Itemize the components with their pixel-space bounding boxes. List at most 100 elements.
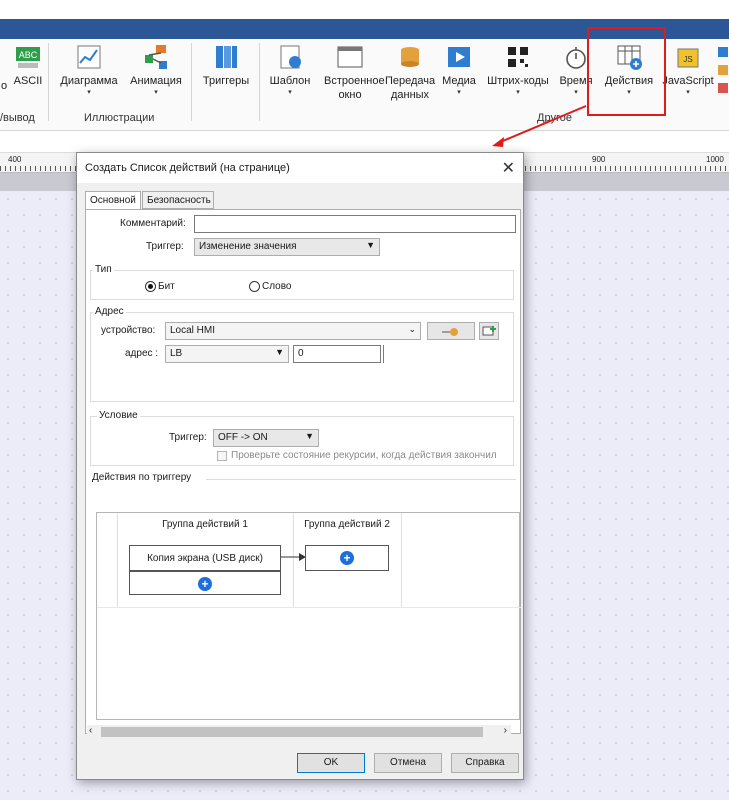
help-button[interactable]: Справка bbox=[451, 753, 519, 773]
trigger-select[interactable]: Изменение значения ▼ bbox=[194, 238, 380, 256]
tab-basic[interactable]: Основной bbox=[85, 191, 141, 210]
stopwatch-icon bbox=[562, 43, 590, 71]
animation-dropdown-icon: ▾ bbox=[154, 89, 158, 96]
group2-add-action[interactable]: + bbox=[305, 545, 389, 571]
ascii-label: ASCII bbox=[13, 75, 43, 87]
group1-add-action[interactable]: + bbox=[129, 571, 281, 595]
device-settings-button[interactable] bbox=[427, 322, 475, 340]
connector-arrow bbox=[281, 553, 306, 561]
ribbon-data-transfer-button[interactable]: Передача данных bbox=[382, 43, 438, 102]
ribbon-separator bbox=[259, 43, 260, 121]
device-select[interactable]: Local HMI ⌄ bbox=[165, 322, 421, 340]
add-tag-icon bbox=[482, 326, 496, 336]
more-icon-folder bbox=[718, 65, 728, 75]
dialog-title-bar: Создать Список действий (на странице) ✕ bbox=[77, 153, 523, 183]
dialog-title: Создать Список действий (на странице) bbox=[85, 162, 290, 174]
ribbon-separator bbox=[48, 43, 49, 121]
scroll-right-icon[interactable]: › bbox=[504, 725, 507, 736]
type-bit-radio[interactable] bbox=[145, 281, 156, 292]
close-icon[interactable]: ✕ bbox=[502, 158, 515, 178]
group-other-label: Другое bbox=[537, 112, 572, 124]
type-word-radio[interactable] bbox=[249, 281, 260, 292]
address-type-value: LB bbox=[170, 348, 183, 359]
window-icon bbox=[336, 43, 364, 71]
ruler-mark: 900 bbox=[592, 155, 606, 164]
more-icon-red bbox=[718, 83, 728, 93]
qr-code-icon bbox=[504, 43, 532, 71]
device-select-value: Local HMI bbox=[170, 325, 216, 336]
ruler-mark: 1000 bbox=[706, 155, 724, 164]
javascript-dropdown-icon: ▾ bbox=[686, 89, 690, 96]
ascii-icon-text: ABC bbox=[19, 50, 38, 60]
ribbon-ascii-button[interactable]: ABC ASCII bbox=[12, 43, 44, 88]
scrollbar-thumb[interactable] bbox=[101, 727, 483, 737]
media-label: Медиа bbox=[442, 75, 476, 87]
trigger-select-value: Изменение значения bbox=[199, 241, 297, 252]
ok-button[interactable]: OK bbox=[297, 753, 365, 773]
recursion-check-label: Проверьте состояние рекурсии, когда дейс… bbox=[231, 450, 497, 461]
ribbon-cut-label: о bbox=[0, 80, 8, 92]
condition-trigger-label: Триггер: bbox=[169, 432, 207, 443]
actions-grid[interactable]: Группа действий 1 Группа действий 2 Копи… bbox=[96, 512, 521, 720]
triggers-icon bbox=[212, 43, 240, 71]
group-io-label: /вывод bbox=[0, 112, 35, 124]
device-add-button[interactable] bbox=[479, 322, 499, 340]
grid-line bbox=[97, 607, 521, 608]
group1-header: Группа действий 1 bbox=[162, 519, 248, 530]
template-label: Шаблон bbox=[269, 75, 311, 87]
address-label: адрес : bbox=[125, 348, 159, 359]
grid-line bbox=[401, 513, 402, 607]
condition-trigger-select[interactable]: OFF -> ON ▼ bbox=[213, 429, 319, 447]
template-icon bbox=[276, 43, 304, 71]
cancel-button[interactable]: Отмена bbox=[374, 753, 442, 773]
ribbon-javascript-button[interactable]: JS JavaScript ▾ bbox=[662, 43, 714, 98]
embedded-window-label: Встроенное окно bbox=[324, 75, 385, 101]
ribbon-chart-button[interactable]: Диаграмма ▾ bbox=[56, 43, 122, 98]
ascii-icon: ABC bbox=[14, 43, 42, 71]
actions-legend-line bbox=[206, 479, 516, 480]
ribbon-triggers-button[interactable]: Триггеры bbox=[198, 43, 254, 88]
recursion-checkbox[interactable] bbox=[217, 451, 227, 461]
media-icon bbox=[445, 43, 473, 71]
highlight-box bbox=[587, 27, 666, 116]
horizontal-scrollbar[interactable]: ‹ › bbox=[87, 725, 511, 739]
template-dropdown-icon: ▾ bbox=[288, 89, 292, 96]
animation-label: Анимация bbox=[130, 75, 182, 87]
type-bit-label: Бит bbox=[158, 281, 175, 292]
ribbon-animation-button[interactable]: Анимация ▾ bbox=[126, 43, 186, 98]
actions-legend: Действия по триггеру bbox=[92, 472, 192, 483]
animation-icon bbox=[142, 43, 170, 71]
group-illustrations-label: Иллюстрации bbox=[84, 112, 155, 124]
ribbon-separator bbox=[191, 43, 192, 121]
chevron-down-icon: ▼ bbox=[305, 431, 314, 441]
barcodes-label: Штрих-коды bbox=[487, 75, 549, 87]
trigger-label: Триггер: bbox=[146, 241, 184, 252]
tag-edit-icon bbox=[442, 328, 458, 336]
ribbon-embedded-window-button[interactable]: Встроенное окно bbox=[316, 43, 385, 102]
tab-security[interactable]: Безопасность bbox=[142, 191, 214, 209]
ribbon-media-button[interactable]: Медиа ▾ bbox=[438, 43, 480, 98]
address-value-field[interactable]: 0 bbox=[293, 345, 381, 363]
chevron-down-icon: ▼ bbox=[275, 347, 284, 357]
address-group: Адрес устройство: Local HMI ⌄ адрес : LB… bbox=[90, 306, 514, 402]
javascript-label: JavaScript bbox=[662, 75, 714, 87]
javascript-icon: JS bbox=[674, 43, 702, 71]
chevron-down-icon: ▼ bbox=[366, 240, 375, 250]
data-transfer-label: Передача данных bbox=[385, 75, 436, 101]
type-legend: Тип bbox=[93, 264, 114, 275]
condition-trigger-value: OFF -> ON bbox=[218, 432, 268, 443]
scroll-left-icon[interactable]: ‹ bbox=[89, 725, 92, 736]
comment-field[interactable] bbox=[194, 215, 516, 233]
group2-header: Группа действий 2 bbox=[304, 519, 390, 530]
ribbon-barcodes-button[interactable]: Штрих-коды ▾ bbox=[482, 43, 554, 98]
ruler-mark: 400 bbox=[8, 155, 22, 164]
action-screen-copy[interactable]: Копия экрана (USB диск) bbox=[129, 545, 281, 571]
ribbon-more-icons[interactable] bbox=[718, 43, 729, 93]
device-label: устройство: bbox=[101, 325, 156, 336]
chevron-down-icon: ⌄ bbox=[408, 324, 416, 334]
ribbon-template-button[interactable]: Шаблон ▾ bbox=[264, 43, 316, 98]
triggers-label: Триггеры bbox=[202, 75, 250, 87]
chart-icon bbox=[75, 43, 103, 71]
plus-icon: + bbox=[198, 577, 212, 591]
address-type-select[interactable]: LB ▼ bbox=[165, 345, 289, 363]
